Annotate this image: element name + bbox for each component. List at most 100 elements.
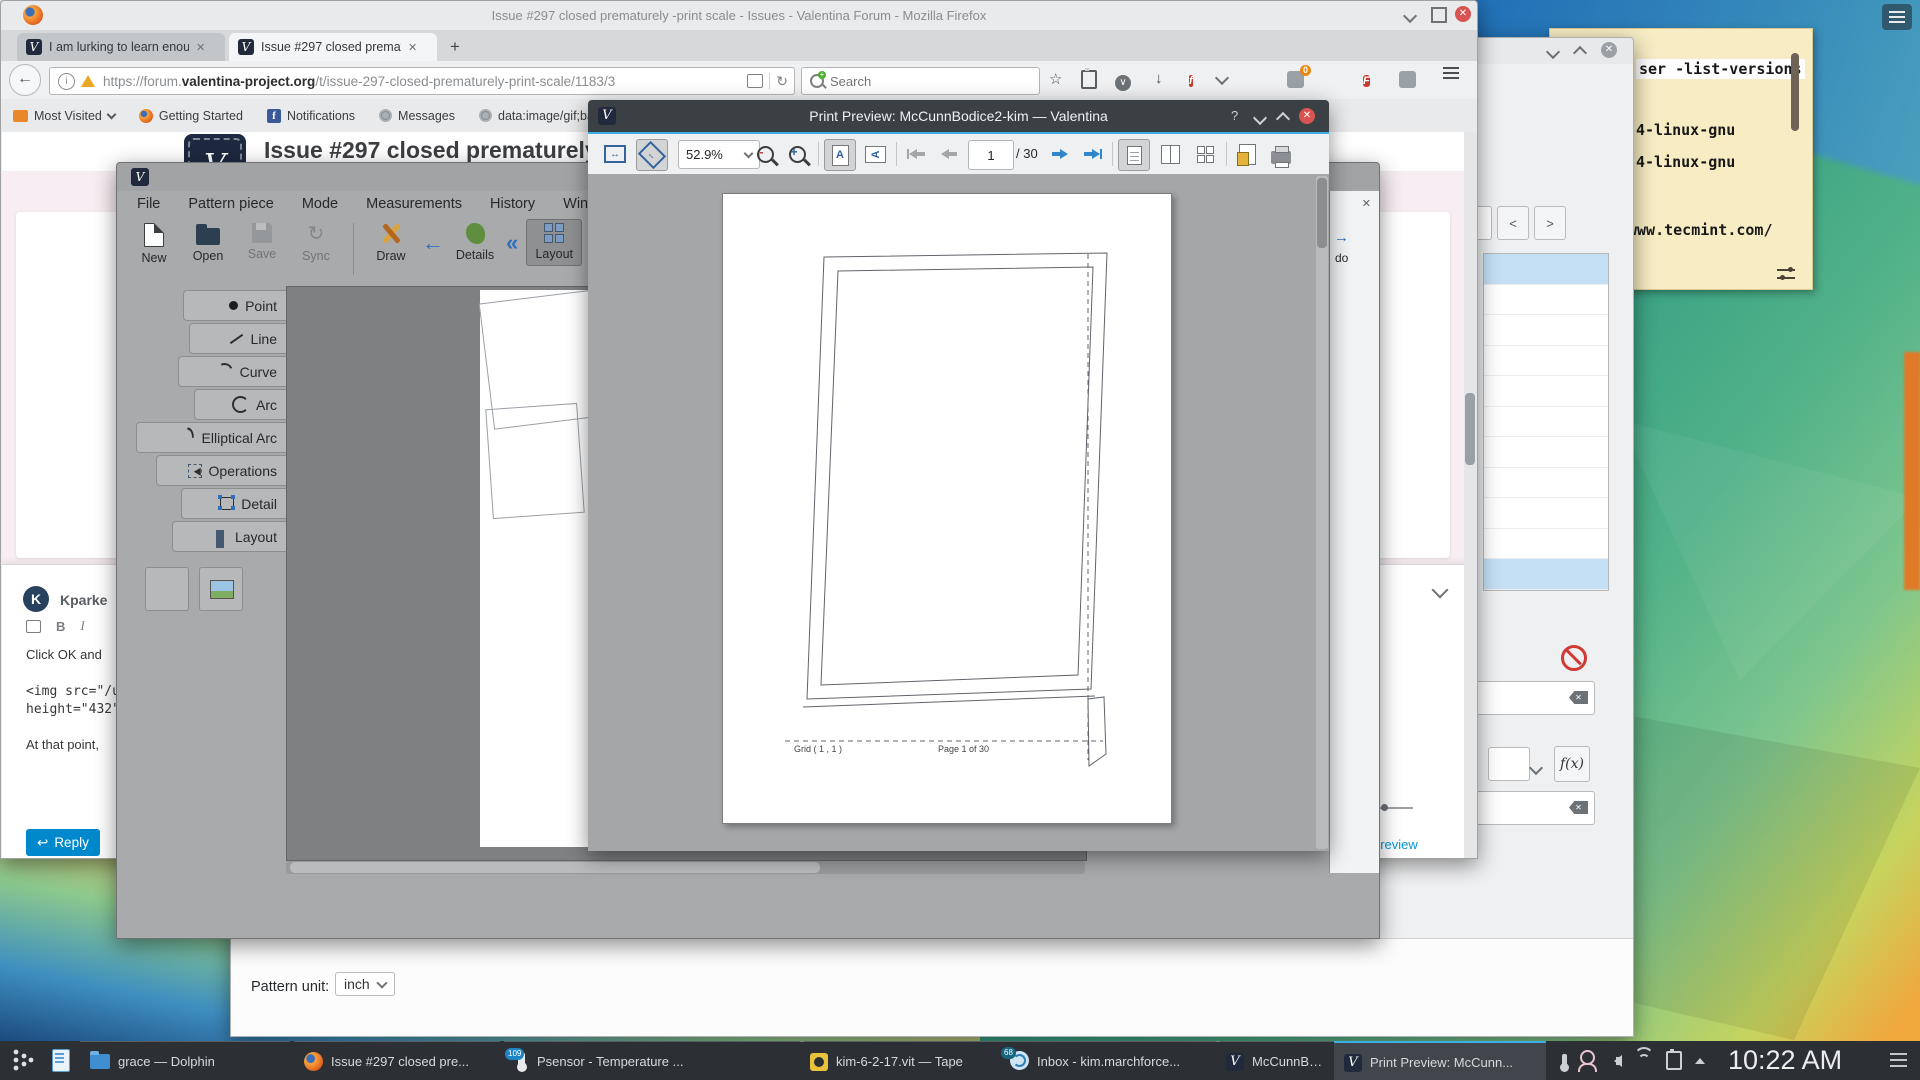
layout-mode-button[interactable]: Layout	[526, 219, 582, 266]
chevron-down-icon[interactable]	[1531, 760, 1541, 778]
close-icon[interactable]: ✕	[1299, 108, 1315, 124]
task-inbox[interactable]: 68 Inbox - kim.marchforce...	[1000, 1041, 1220, 1080]
page-setup-button[interactable]	[1232, 139, 1262, 169]
list-row[interactable]	[1484, 407, 1608, 438]
print-button[interactable]	[1266, 139, 1296, 169]
redo-arrow-icon[interactable]: →	[1334, 229, 1349, 246]
user-tray-icon[interactable]	[1580, 1050, 1595, 1065]
search-bar[interactable]: +	[801, 67, 1040, 95]
fit-width-button[interactable]: ↔	[600, 139, 630, 169]
formula-function-button[interactable]: f(x)	[1554, 746, 1590, 782]
tab-arc[interactable]: Arc	[194, 389, 287, 420]
plugin-icon[interactable]	[1399, 71, 1416, 92]
back-button[interactable]: ←	[9, 64, 41, 96]
pattern-unit-select[interactable]: inch	[335, 972, 395, 996]
maximize-icon[interactable]	[1575, 44, 1585, 63]
note-selected-line[interactable]: ser -list-versions	[1636, 59, 1805, 79]
firefox-titlebar[interactable]: Issue #297 closed prematurely -print sca…	[1, 1, 1477, 30]
thermometer-tray-icon[interactable]	[1562, 1054, 1567, 1068]
menu-mode[interactable]: Mode	[288, 196, 352, 212]
task-firefox[interactable]: Issue #297 closed pre...	[294, 1041, 500, 1080]
composer-text[interactable]: Click OK and	[26, 647, 102, 662]
layout-image-button[interactable]	[199, 567, 243, 611]
page-scrollbar[interactable]	[1464, 132, 1477, 858]
reload-icon[interactable]: ↻	[776, 73, 788, 90]
composer-text[interactable]: height="432">	[26, 702, 128, 717]
list-row[interactable]	[1484, 346, 1608, 377]
pocket-icon[interactable]: ∨	[1115, 72, 1131, 91]
list-row-selected[interactable]	[1484, 254, 1608, 285]
help-icon[interactable]: ?	[1231, 108, 1238, 123]
close-icon[interactable]: ✕	[1601, 42, 1617, 58]
info-icon[interactable]: i	[58, 73, 75, 90]
draw-mode-button[interactable]: Draw	[368, 219, 414, 263]
tab-operations[interactable]: Operations	[156, 455, 287, 486]
scrollbar-thumb[interactable]	[1465, 393, 1475, 465]
tray-expander-icon[interactable]	[1695, 1053, 1705, 1064]
desktop-toolbox-button[interactable]	[1882, 4, 1912, 30]
preview-viewport[interactable]: Grid ( 1 , 1 ) Page 1 of 30	[588, 174, 1329, 851]
bookmark-star-icon[interactable]: ☆	[1049, 70, 1062, 88]
tab-close-icon[interactable]: ✕	[196, 41, 205, 54]
note-settings-icon[interactable]	[1777, 268, 1797, 280]
list-row[interactable]	[1484, 315, 1608, 346]
fit-page-button[interactable]: ↔	[636, 139, 668, 171]
url-bar[interactable]: i https://forum.valentina-project.org/t/…	[49, 67, 795, 95]
reading-list-icon[interactable]	[1081, 70, 1097, 93]
previous-page-button[interactable]	[934, 139, 964, 169]
last-page-button[interactable]	[1076, 139, 1106, 169]
value-spinbox[interactable]	[1488, 747, 1530, 781]
landscape-button[interactable]: A	[860, 139, 890, 169]
menu-measurements[interactable]: Measurements	[352, 196, 476, 212]
quote-icon[interactable]	[26, 620, 41, 633]
tab-point[interactable]: Point	[183, 290, 287, 321]
task-dolphin[interactable]: grace — Dolphin	[80, 1041, 290, 1080]
single-page-view-button[interactable]	[1118, 139, 1150, 171]
prohibit-icon[interactable]	[1561, 645, 1587, 671]
measurement-list[interactable]	[1483, 253, 1609, 591]
portrait-button[interactable]: A	[824, 139, 856, 171]
menu-pattern-piece[interactable]: Pattern piece	[174, 196, 287, 212]
minimize-icon[interactable]	[1405, 8, 1415, 26]
tab-close-icon[interactable]: ✕	[408, 41, 417, 54]
canvas-hscrollbar[interactable]	[286, 861, 1085, 874]
list-row[interactable]	[1484, 285, 1608, 316]
layout-blank-button[interactable]	[145, 567, 189, 611]
extension-badge-icon[interactable]: 0	[1287, 71, 1304, 92]
list-row[interactable]	[1484, 529, 1608, 560]
document-launcher-icon[interactable]	[52, 1049, 70, 1072]
menu-hamburger-icon[interactable]	[1443, 67, 1459, 69]
backspace-icon[interactable]: ✕	[1569, 801, 1588, 814]
zoom-out-button[interactable]: -	[750, 139, 780, 169]
preview-vscrollbar[interactable]	[1316, 176, 1328, 849]
new-tab-button[interactable]: +	[441, 33, 473, 61]
next-page-button[interactable]	[1044, 139, 1074, 169]
chevron-down-icon[interactable]	[1217, 70, 1227, 87]
bookmark-messages[interactable]: Messages	[379, 109, 455, 123]
clock[interactable]: 10:22 AM	[1728, 1041, 1842, 1080]
page-number-input[interactable]	[968, 140, 1014, 170]
maximize-icon[interactable]	[1278, 110, 1288, 129]
flash-plugin-icon[interactable]: f	[1189, 71, 1193, 90]
security-warning-icon[interactable]	[81, 75, 95, 87]
task-tape[interactable]: kim-6-2-17.vit — Tape	[800, 1041, 1000, 1080]
bookmark-getting-started[interactable]: Getting Started	[139, 109, 243, 123]
reply-button[interactable]: ↩ Reply	[26, 829, 100, 856]
minimize-icon[interactable]	[1255, 110, 1265, 128]
scrollbar-thumb[interactable]	[290, 862, 820, 873]
next-measurement-button[interactable]: >	[1534, 206, 1566, 240]
zoom-combobox[interactable]: 52.9%	[678, 140, 760, 169]
bookmark-notifications[interactable]: fNotifications	[267, 109, 355, 123]
tab-elliptical-arc[interactable]: Elliptical Arc	[136, 422, 287, 453]
bold-icon[interactable]: B	[56, 619, 65, 634]
search-input[interactable]	[828, 73, 1039, 90]
composer-text[interactable]: At that point,	[26, 737, 99, 752]
bookmark-most-visited[interactable]: Most Visited	[13, 109, 115, 123]
flash-f-icon[interactable]: F	[1363, 71, 1370, 90]
reader-mode-icon[interactable]	[747, 74, 763, 88]
network-icon[interactable]	[1635, 1055, 1653, 1067]
facing-pages-view-button[interactable]	[1154, 139, 1184, 169]
tab-layout[interactable]: Layout	[172, 521, 287, 552]
tab-curve[interactable]: Curve	[178, 356, 287, 387]
first-page-button[interactable]	[902, 139, 932, 169]
